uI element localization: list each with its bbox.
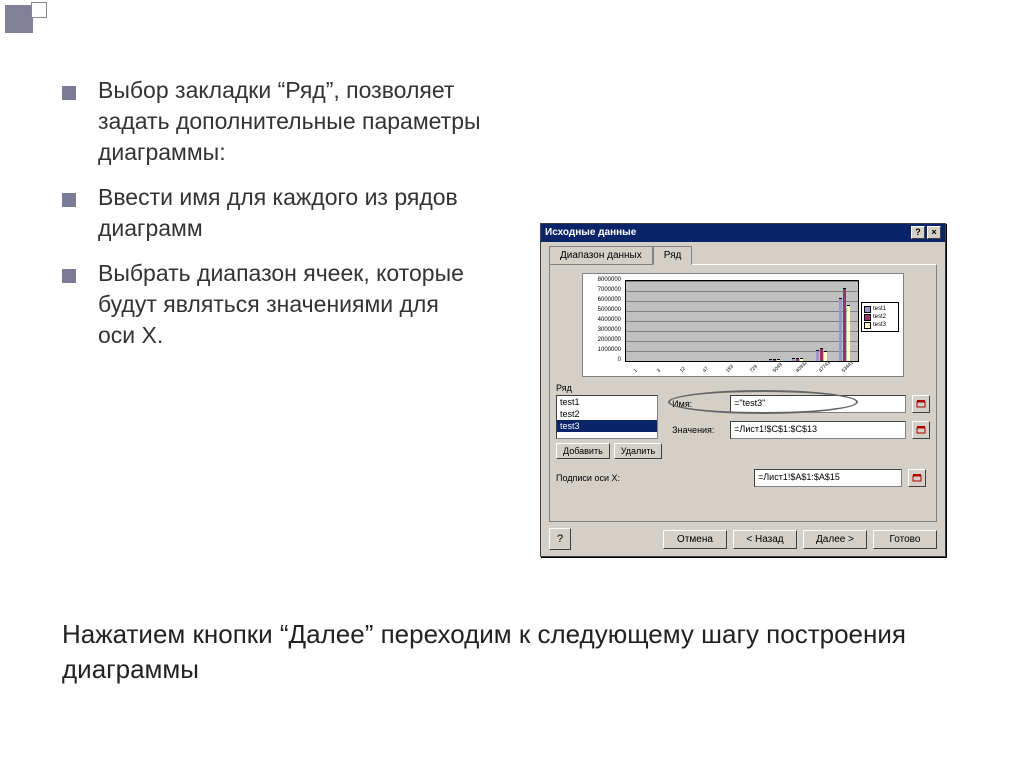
dialog-titlebar: Исходные данные ? × [541, 224, 945, 242]
x-tick-label: 12 [679, 366, 687, 374]
titlebar-help-button[interactable]: ? [911, 226, 925, 239]
xlabels-range-picker[interactable] [908, 469, 926, 487]
x-tick-label: 40932 [795, 360, 809, 374]
chart-bar [816, 350, 819, 361]
series-item[interactable]: test2 [557, 408, 657, 420]
tab-series[interactable]: Ряд [653, 246, 693, 265]
y-tick-label: 0 [585, 357, 621, 363]
series-item[interactable]: test3 [557, 420, 657, 432]
decor-square-large [5, 5, 33, 33]
chart-bar [839, 298, 842, 361]
remove-series-button[interactable]: Удалить [614, 443, 662, 459]
legend-item: test1 [864, 305, 896, 313]
x-tick-label: 1 [632, 368, 638, 374]
name-field-input[interactable]: ="test3" [730, 395, 906, 413]
chart-preview: test1test2test3 0 1000000 2000000 3000000 40… [582, 273, 904, 377]
chart-bar [773, 359, 776, 361]
y-tick-label: 4000000 [585, 317, 621, 323]
y-tick-label: 5000000 [585, 307, 621, 313]
bullet-1: Выбор закладки “Ряд”, позволяет задать д… [62, 75, 482, 168]
tab-data-range[interactable]: Диапазон данных [549, 246, 653, 265]
bullet-2: Ввести имя для каждого из рядов диаграмм [62, 182, 482, 244]
chart-bar [847, 305, 850, 361]
values-range-picker[interactable] [912, 421, 930, 439]
x-tick-label: 47 [702, 366, 710, 374]
y-tick-label: 7000000 [585, 287, 621, 293]
x-tick-label: 5049 [772, 362, 784, 374]
y-tick-label: 2000000 [585, 337, 621, 343]
bullet-3: Выбрать диапазон ячеек, которые будут яв… [62, 258, 482, 351]
chart-legend: test1test2test3 [861, 302, 899, 332]
chart-bar [792, 358, 795, 361]
chart-bar [777, 359, 780, 361]
series-group-label: Ряд [556, 383, 662, 393]
chart-bar [843, 288, 846, 361]
titlebar-close-button[interactable]: × [927, 226, 941, 239]
name-range-picker[interactable] [912, 395, 930, 413]
y-tick-label: 3000000 [585, 327, 621, 333]
y-tick-label: 1000000 [585, 347, 621, 353]
source-data-dialog: Исходные данные ? × Диапазон данных Ряд … [540, 223, 946, 557]
y-tick-label: 6000000 [585, 297, 621, 303]
tab-panel-series: test1test2test3 010000002000000300000040… [549, 264, 937, 522]
cancel-button[interactable]: Отмена [663, 530, 727, 549]
slide-footer-text: Нажатием кнопки “Далее” переходим к след… [62, 617, 962, 687]
chart-bar [769, 359, 772, 361]
name-field-label: Имя: [672, 399, 724, 409]
y-tick-label: 8000000 [585, 277, 621, 283]
x-tick-label: 53441 [841, 360, 855, 374]
xlabels-field-input[interactable]: =Лист1!$A$1:$A$15 [754, 469, 902, 487]
finish-button[interactable]: Готово [873, 530, 937, 549]
add-series-button[interactable]: Добавить [556, 443, 610, 459]
series-listbox[interactable]: test1test2test3 [556, 395, 658, 439]
next-button[interactable]: Далее > [803, 530, 867, 549]
legend-item: test2 [864, 313, 896, 321]
dialog-help-button[interactable]: ? [549, 528, 571, 550]
xlabels-field-label: Подписи оси X: [556, 473, 646, 483]
chart-bar [796, 358, 799, 362]
x-tick-label: 47743 [818, 360, 832, 374]
series-item[interactable]: test1 [557, 396, 657, 408]
x-tick-label: 183 [725, 364, 735, 374]
series-list-wrap: Ряд test1test2test3 Добавить Удалить [556, 383, 662, 459]
values-field-input[interactable]: =Лист1!$C$1:$C$13 [730, 421, 906, 439]
back-button[interactable]: < Назад [733, 530, 797, 549]
dialog-title: Исходные данные [545, 224, 636, 242]
decor-square-small [31, 2, 47, 18]
x-tick-label: 3 [656, 368, 662, 374]
chart-bar [820, 348, 823, 361]
values-field-label: Значения: [672, 425, 724, 435]
legend-item: test3 [864, 321, 896, 329]
x-tick-label: 729 [748, 364, 758, 374]
